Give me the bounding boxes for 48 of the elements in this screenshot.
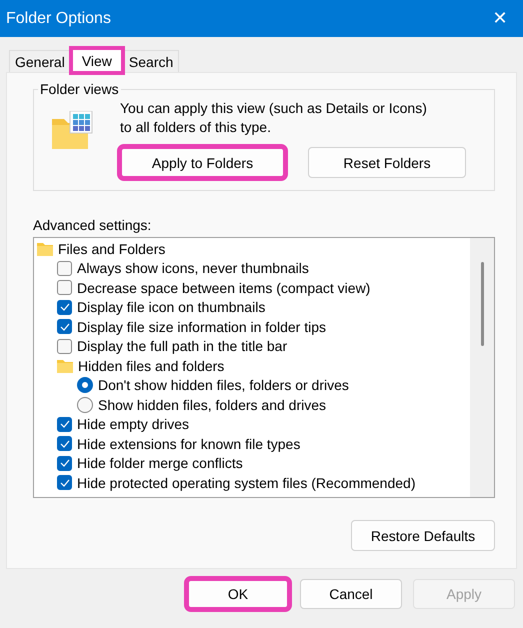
checkmark-icon bbox=[60, 478, 70, 487]
checkmark-icon bbox=[60, 303, 70, 312]
checkbox[interactable] bbox=[57, 456, 72, 471]
radio-button[interactable] bbox=[77, 396, 93, 413]
radio-button[interactable] bbox=[77, 377, 93, 394]
checkmark-icon bbox=[60, 420, 70, 428]
option-label: Don't show hidden files, folders or drives bbox=[98, 377, 349, 394]
option-label: Display file icon on thumbnails bbox=[77, 299, 266, 316]
checkbox[interactable] bbox=[57, 260, 72, 276]
checkmark-icon bbox=[60, 322, 70, 331]
folder-view-icon bbox=[50, 111, 94, 151]
tab[interactable]: View bbox=[70, 48, 123, 73]
description-text: You can apply this view (such as Details or Icons) to all folders of this type. bbox=[120, 99, 428, 137]
option-label: Hide empty drives bbox=[77, 416, 190, 432]
option-label: Hide extensions for known file types bbox=[77, 436, 300, 452]
checkbox[interactable] bbox=[57, 280, 72, 296]
checkmark-icon bbox=[60, 459, 70, 468]
option-label: Hide folder merge conflicts bbox=[77, 455, 243, 472]
tab[interactable]: Search bbox=[122, 50, 180, 72]
close-button[interactable]: ✕ bbox=[477, 0, 523, 37]
option-label: Decrease space between items (compact view) bbox=[77, 280, 370, 296]
folder-action-button[interactable]: Apply to Folders bbox=[120, 147, 285, 178]
option-label: Display file size information in folder tips bbox=[77, 318, 326, 335]
folder-action-button[interactable]: Reset Folders bbox=[308, 147, 466, 178]
checkbox[interactable] bbox=[57, 436, 72, 452]
option-label: Hide protected operating system files (Recommended) bbox=[77, 474, 416, 491]
scrollbar-thumb[interactable] bbox=[481, 262, 484, 346]
tree-folder-label: Hidden files and folders bbox=[78, 358, 224, 374]
folder-icon bbox=[37, 242, 53, 256]
tree-folder-label: Files and Folders bbox=[58, 240, 166, 257]
folder-icon bbox=[57, 358, 73, 373]
checkbox[interactable] bbox=[57, 319, 72, 334]
window-title: Folder Options bbox=[5, 10, 111, 28]
option-label: Display the full path in the title bar bbox=[77, 338, 288, 354]
dialog-button[interactable]: Cancel bbox=[300, 579, 402, 609]
section-label: Advanced settings: bbox=[33, 217, 152, 233]
scrollbar[interactable] bbox=[470, 238, 494, 497]
checkmark-icon bbox=[60, 440, 70, 448]
restore-defaults-button[interactable]: Restore Defaults bbox=[351, 520, 495, 551]
dialog-button[interactable]: OK bbox=[187, 579, 289, 609]
checkbox[interactable] bbox=[57, 475, 72, 490]
checkbox[interactable] bbox=[57, 338, 72, 354]
option-label: Show hidden files, folders and drives bbox=[98, 396, 326, 413]
checkbox[interactable] bbox=[57, 416, 72, 432]
checkbox[interactable] bbox=[57, 300, 72, 315]
option-label: Always show icons, never thumbnails bbox=[77, 260, 309, 276]
tab[interactable]: General bbox=[9, 50, 71, 72]
group-title: Folder views bbox=[39, 81, 120, 97]
